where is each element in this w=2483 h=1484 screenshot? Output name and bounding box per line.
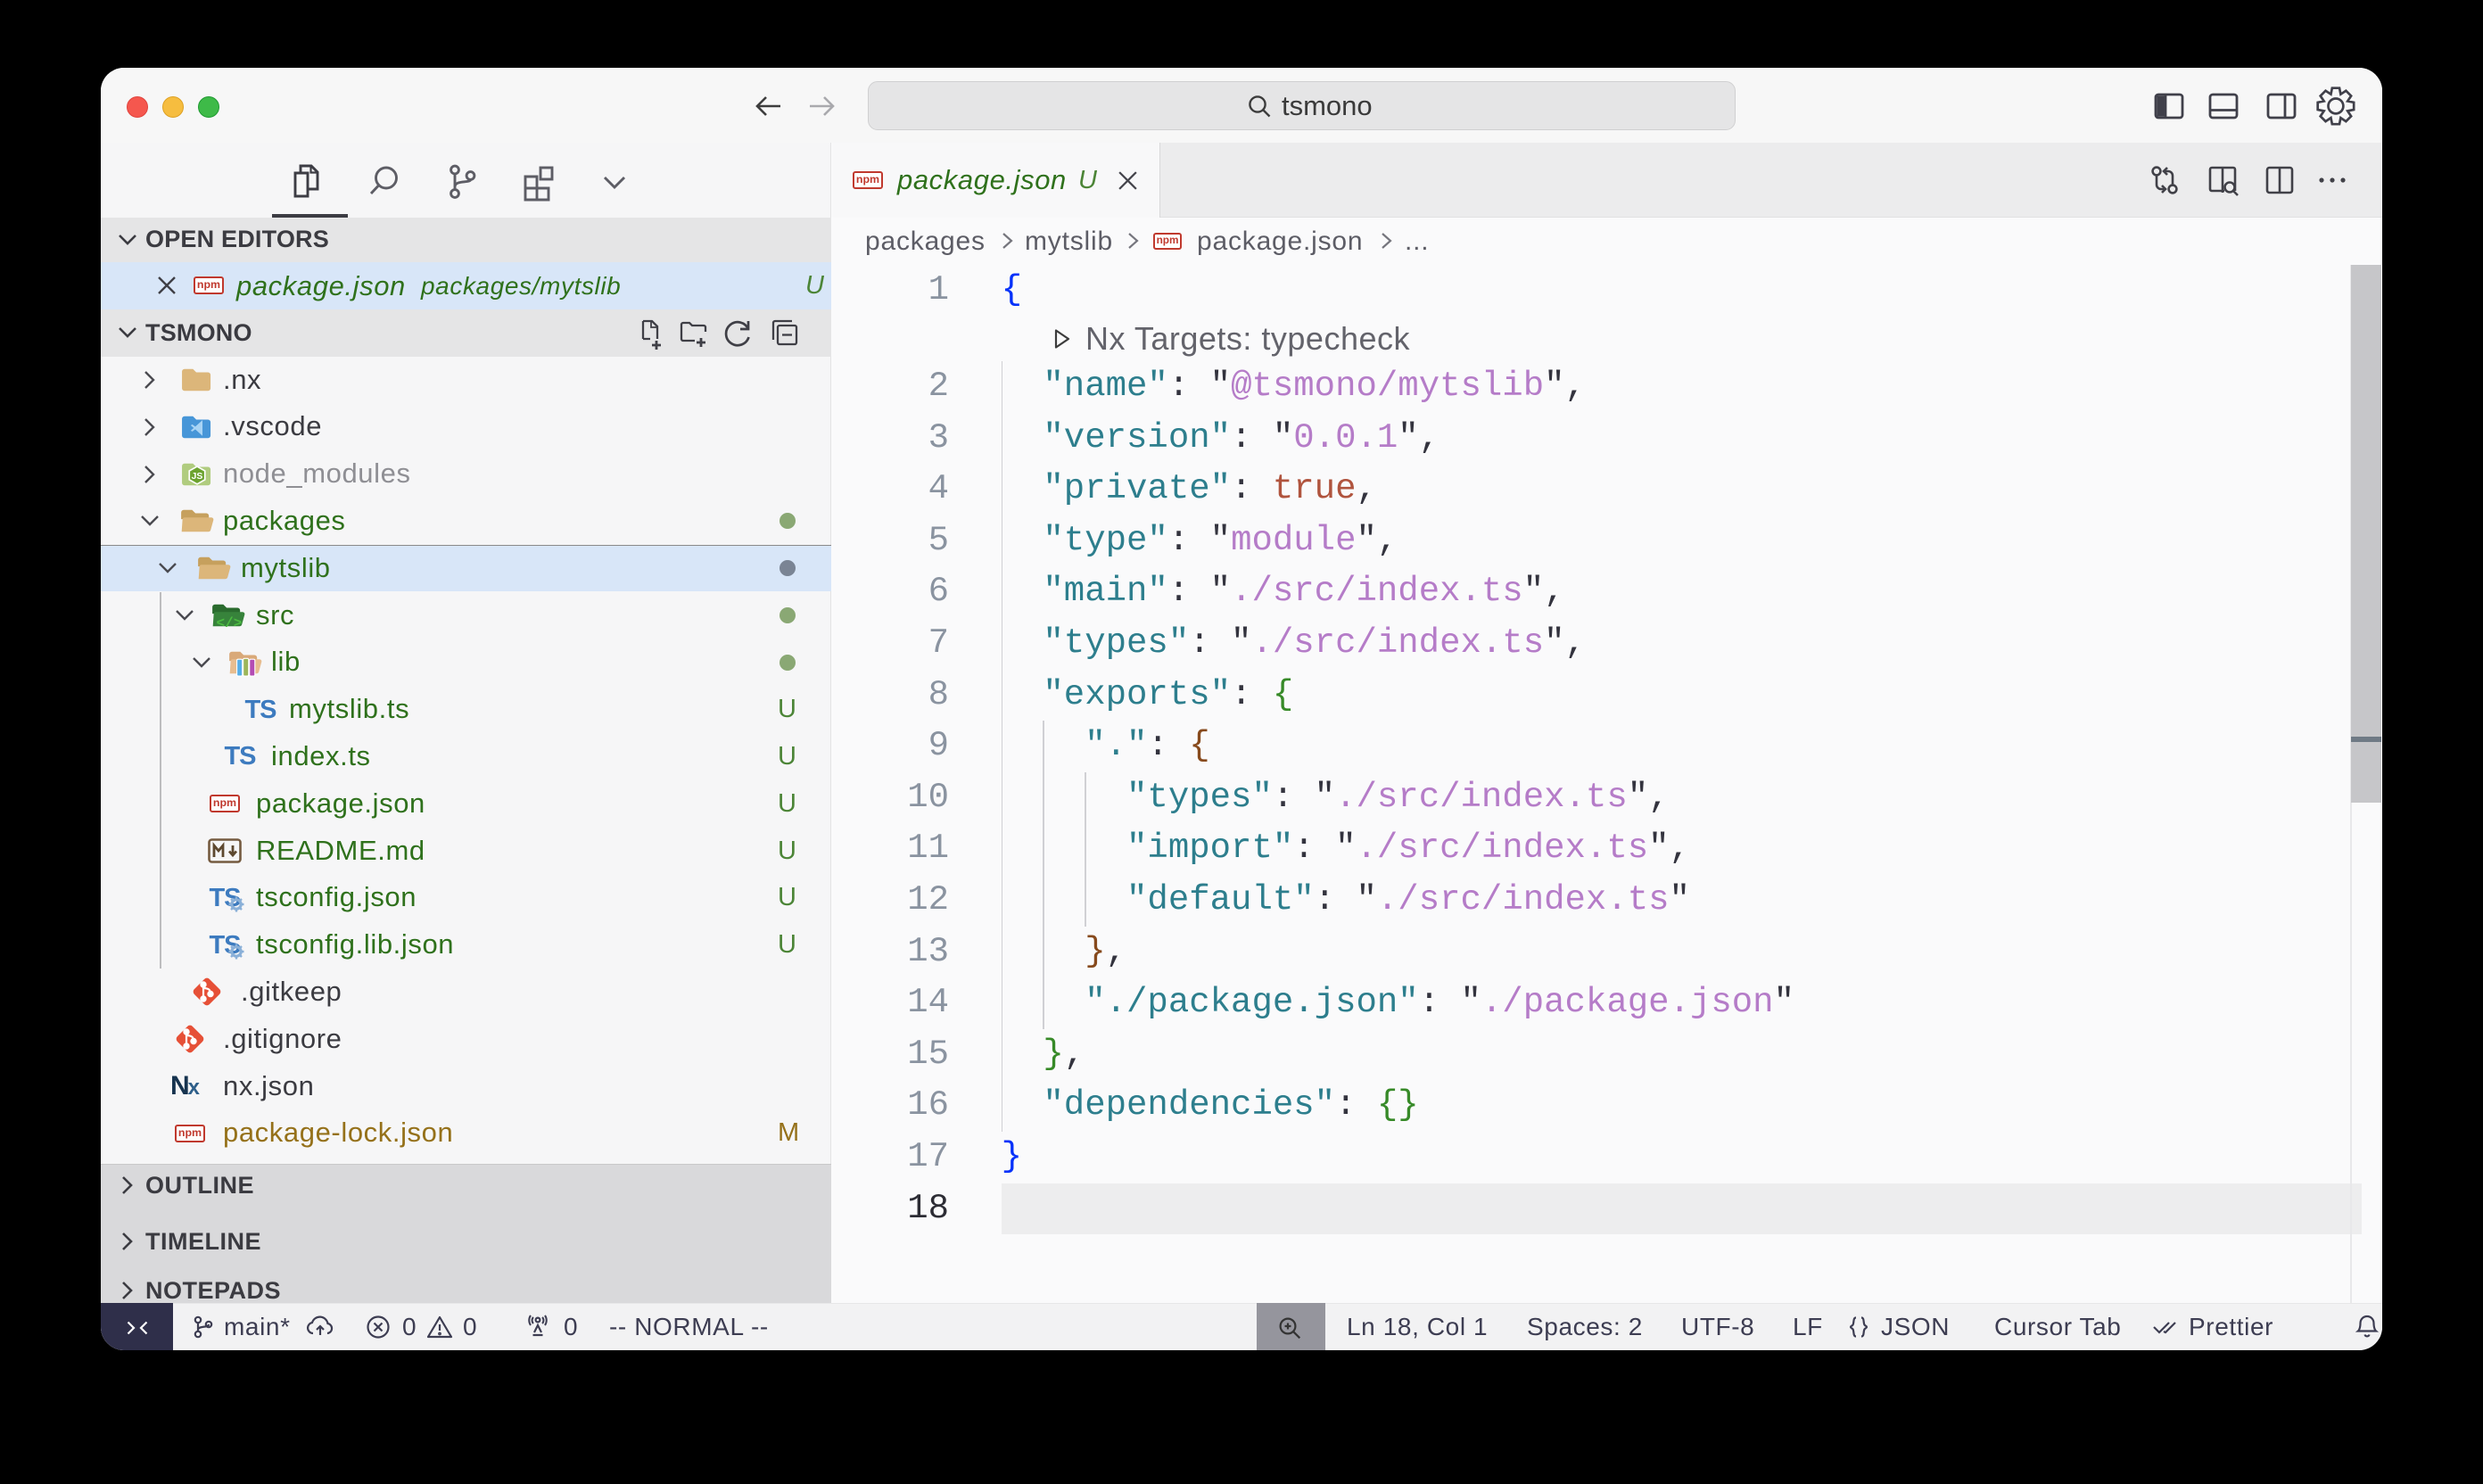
svg-text:</>: </>	[217, 615, 243, 630]
svg-text:JS: JS	[192, 472, 203, 482]
